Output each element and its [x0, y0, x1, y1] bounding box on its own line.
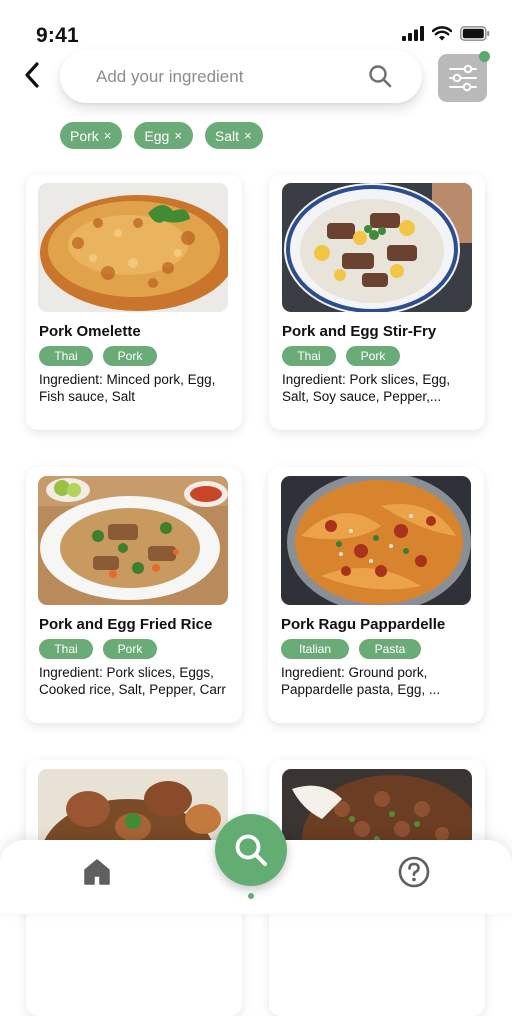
recipe-ingredients: Ingredient: Pork slices, Egg, Salt, Soy … [282, 371, 475, 405]
recipe-tag: Italian [281, 639, 349, 659]
recipe-title: Pork and Egg Fried Rice [39, 616, 213, 633]
question-circle-icon [398, 856, 430, 888]
ingredients-line: Ingredient: Ground pork, [281, 665, 428, 680]
recipe-tags: Thai Pork [39, 346, 157, 366]
recipe-card[interactable]: Pork and Egg Fried Rice Thai Pork Ingred… [26, 467, 242, 723]
recipe-card[interactable]: Pork Ragu Pappardelle Italian Pasta Ingr… [268, 467, 484, 723]
search-icon [235, 834, 267, 866]
recipe-image [38, 183, 228, 312]
home-icon [84, 859, 110, 885]
ingredients-line: Fish sauce, Salt [39, 389, 136, 404]
recipe-tags: Thai Pork [39, 639, 157, 659]
recipe-title: Pork Omelette [39, 323, 141, 340]
ingredients-line: Ingredient: Minced pork, Egg, [39, 372, 216, 387]
recipe-tag: Pork [103, 346, 157, 366]
recipe-tag: Thai [39, 639, 93, 659]
recipe-ingredients: Ingredient: Pork slices, Eggs, Cooked ri… [39, 664, 232, 698]
ingredients-line: Pappardelle pasta, Egg, ... [281, 682, 441, 697]
nav-home-button[interactable] [82, 856, 112, 888]
search-fab-button[interactable] [215, 814, 287, 886]
recipe-card[interactable]: Pork Omelette Thai Pork Ingredient: Minc… [26, 174, 242, 430]
active-tab-indicator [248, 893, 254, 899]
recipe-title: Pork Ragu Pappardelle [281, 616, 446, 633]
recipe-tag: Pasta [359, 639, 421, 659]
nav-help-button[interactable] [398, 856, 430, 888]
recipe-tag: Pork [346, 346, 400, 366]
recipe-tags: Italian Pasta [281, 639, 421, 659]
recipe-tag: Thai [39, 346, 93, 366]
recipe-ingredients: Ingredient: Ground pork, Pappardelle pas… [281, 664, 474, 698]
ingredients-line: Salt, Soy sauce, Pepper,... [282, 389, 442, 404]
ingredients-line: Ingredient: Pork slices, Egg, [282, 372, 451, 387]
recipe-image [282, 183, 472, 312]
recipe-card[interactable]: Pork and Egg Stir-Fry Thai Pork Ingredie… [269, 174, 485, 430]
ingredients-line: Cooked rice, Salt, Pepper, Carr [39, 682, 226, 697]
recipe-ingredients: Ingredient: Minced pork, Egg, Fish sauce… [39, 371, 232, 405]
recipe-image [281, 476, 471, 605]
recipe-grid: Pork Omelette Thai Pork Ingredient: Minc… [0, 0, 512, 1016]
ingredients-line: Ingredient: Pork slices, Eggs, [39, 665, 214, 680]
recipe-title: Pork and Egg Stir-Fry [282, 323, 437, 340]
recipe-image [38, 476, 228, 605]
recipe-tag: Thai [282, 346, 336, 366]
recipe-tag: Pork [103, 639, 157, 659]
recipe-tags: Thai Pork [282, 346, 400, 366]
